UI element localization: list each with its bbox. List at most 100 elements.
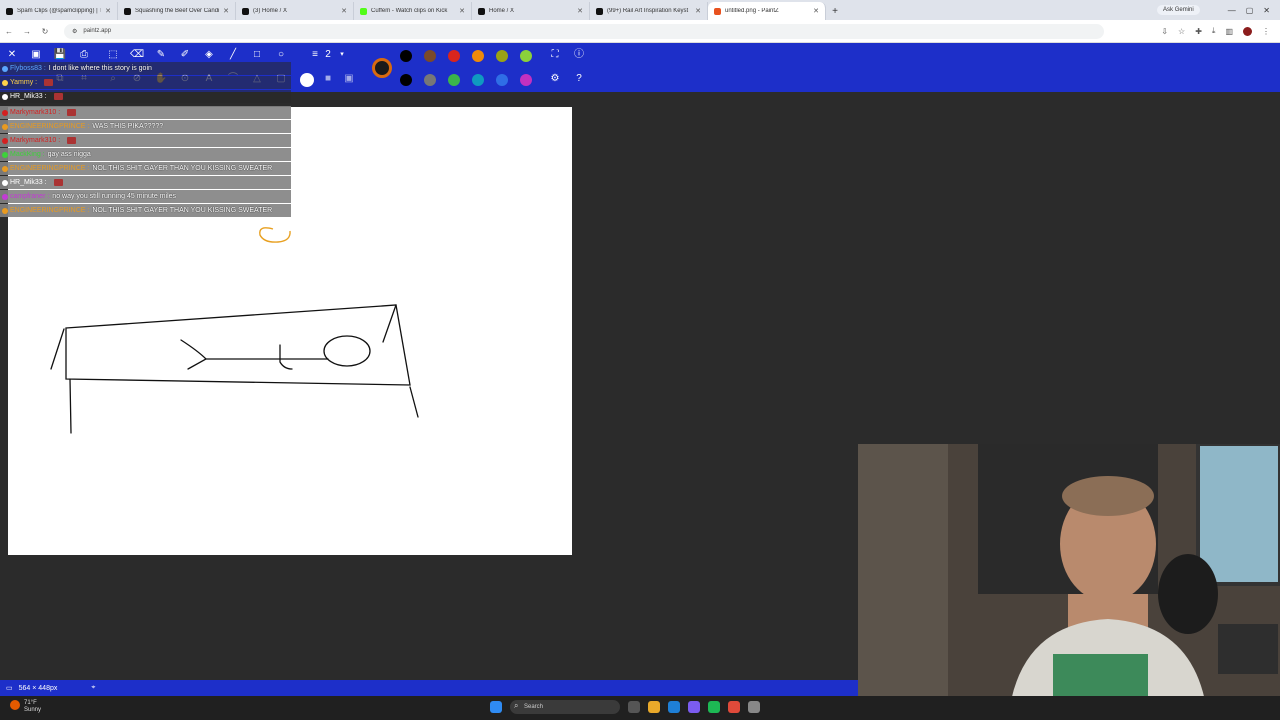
table-leg-stroke bbox=[409, 386, 419, 418]
chat-badge-icon bbox=[2, 137, 8, 144]
chat-badge-icon bbox=[2, 123, 8, 130]
forward-icon[interactable]: → bbox=[18, 27, 36, 36]
tab-close-icon[interactable]: ✕ bbox=[813, 7, 819, 15]
weather-widget[interactable]: 71°F Sunny bbox=[24, 700, 41, 714]
new-tab-button[interactable]: + bbox=[826, 2, 844, 20]
tab-title: Squashing the Beef Over Candi bbox=[135, 8, 220, 14]
pencil-icon[interactable]: ✎ bbox=[154, 49, 168, 61]
tab-close-icon[interactable]: ✕ bbox=[695, 7, 701, 15]
minimize-icon[interactable]: — bbox=[1228, 6, 1236, 15]
chat-message: Yammy : bbox=[0, 76, 291, 89]
line-width-icon[interactable]: ≡ bbox=[308, 49, 322, 61]
weather-icon[interactable] bbox=[10, 700, 20, 710]
print-icon[interactable]: ⎙ bbox=[77, 49, 91, 61]
file-explorer-icon[interactable] bbox=[648, 701, 660, 713]
chat-username: ENGINEERINGPRINCE : bbox=[10, 165, 90, 172]
sidepanel-icon[interactable]: ▥ bbox=[1225, 27, 1233, 36]
chat-text: no way you still running 45 minute miles bbox=[52, 193, 177, 200]
status-bar: ▭ 564 × 448px ⌖ bbox=[0, 680, 858, 696]
downloads-icon[interactable]: ⤓ bbox=[1212, 26, 1216, 36]
palette-swatch[interactable] bbox=[400, 74, 412, 86]
chat-message: Markymark310 : bbox=[0, 134, 291, 147]
browser-menu-icon[interactable]: ⋮ bbox=[1262, 27, 1270, 36]
chat-badge-icon bbox=[2, 193, 8, 200]
brush-icon[interactable]: ✐ bbox=[178, 49, 192, 61]
browser-tab[interactable]: (3) Home / X ✕ bbox=[236, 2, 354, 20]
fullscreen-icon[interactable]: ⛶ bbox=[548, 49, 562, 61]
eraser-icon[interactable]: ⌫ bbox=[130, 49, 144, 61]
brush-size-value[interactable]: 2 bbox=[321, 49, 335, 61]
palette-swatch[interactable] bbox=[496, 50, 508, 62]
back-icon[interactable]: ← bbox=[0, 27, 18, 36]
browser-tab[interactable]: Spam Clips (@spamclipping) | T ✕ bbox=[0, 2, 118, 20]
chrome-icon[interactable] bbox=[728, 701, 740, 713]
tab-close-icon[interactable]: ✕ bbox=[459, 7, 465, 15]
palette-swatch[interactable] bbox=[448, 74, 460, 86]
reload-icon[interactable]: ↻ bbox=[36, 27, 54, 36]
profile-avatar[interactable] bbox=[1243, 26, 1252, 36]
help-icon[interactable]: ⓘ bbox=[572, 49, 586, 61]
spotify-icon[interactable] bbox=[708, 701, 720, 713]
ellipse-icon[interactable]: ○ bbox=[274, 49, 288, 61]
chat-emote-icon bbox=[53, 179, 63, 186]
save-icon[interactable]: 💾 bbox=[53, 49, 67, 61]
discord-icon[interactable] bbox=[688, 701, 700, 713]
canvas-size-icon: ▭ bbox=[6, 685, 13, 692]
outline-mode-button[interactable] bbox=[300, 73, 314, 87]
extensions-icon[interactable]: ✚ bbox=[1195, 27, 1202, 36]
palette-swatch[interactable] bbox=[424, 74, 436, 86]
tab-close-icon[interactable]: ✕ bbox=[577, 7, 583, 15]
table-top-stroke bbox=[65, 304, 411, 386]
url-field[interactable]: ⚙ paintz.app bbox=[64, 23, 1104, 39]
browser-tab[interactable]: Cuffem - Watch clips on Kick ✕ bbox=[354, 2, 472, 20]
tab-close-icon[interactable]: ✕ bbox=[223, 7, 229, 15]
browser-tab[interactable]: Home / X ✕ bbox=[472, 2, 590, 20]
weather-temp: 71°F bbox=[24, 700, 37, 706]
open-file-icon[interactable]: ▣ bbox=[29, 49, 43, 61]
settings-icon[interactable]: ⚙ bbox=[548, 73, 562, 85]
fish-head-stroke bbox=[323, 335, 371, 367]
task-view-icon[interactable] bbox=[628, 701, 640, 713]
palette-swatch[interactable] bbox=[520, 74, 532, 86]
browser-tab-active[interactable]: untitled.png - PaintZ ✕ bbox=[708, 2, 826, 20]
chat-text: WAS THIS PIKA????? bbox=[92, 123, 164, 130]
tab-favicon-icon bbox=[360, 7, 367, 15]
palette-swatch[interactable] bbox=[448, 50, 460, 62]
select-icon[interactable]: ⬚ bbox=[106, 49, 120, 61]
obs-icon[interactable] bbox=[748, 701, 760, 713]
site-info-icon[interactable]: ⚙ bbox=[72, 28, 77, 35]
tab-favicon-icon bbox=[714, 7, 721, 15]
tab-title: Cuffem - Watch clips on Kick bbox=[371, 8, 448, 14]
browser-tab[interactable]: Squashing the Beef Over Candi ✕ bbox=[118, 2, 236, 20]
bookmark-star-icon[interactable]: ☆ bbox=[1178, 27, 1185, 36]
ask-gemini-button[interactable]: Ask Gemini bbox=[1157, 5, 1200, 15]
current-color-swatch[interactable] bbox=[372, 58, 392, 78]
about-icon[interactable]: ? bbox=[572, 73, 586, 85]
fill-mode-icon[interactable]: ■ bbox=[321, 73, 335, 85]
taskbar-search[interactable]: Search bbox=[510, 700, 620, 714]
tab-favicon-icon bbox=[478, 7, 485, 15]
tab-favicon-icon bbox=[596, 7, 603, 15]
palette-swatch[interactable] bbox=[472, 50, 484, 62]
size-dropdown-icon[interactable]: ▾ bbox=[335, 49, 349, 61]
screen: Spam Clips (@spamclipping) | T ✕ Squashin… bbox=[0, 0, 1280, 720]
fill-icon[interactable]: ◈ bbox=[202, 49, 216, 61]
palette-swatch[interactable] bbox=[472, 74, 484, 86]
fill-outline-mode-icon[interactable]: ▣ bbox=[342, 73, 356, 85]
line-icon[interactable]: ╱ bbox=[226, 49, 240, 61]
chat-emote-icon bbox=[67, 109, 77, 116]
close-window-icon[interactable]: ✕ bbox=[1263, 6, 1270, 15]
tab-close-icon[interactable]: ✕ bbox=[105, 7, 111, 15]
start-icon[interactable] bbox=[490, 701, 502, 713]
tab-close-icon[interactable]: ✕ bbox=[341, 7, 347, 15]
edge-icon[interactable] bbox=[668, 701, 680, 713]
palette-swatch[interactable] bbox=[424, 50, 436, 62]
rectangle-icon[interactable]: □ bbox=[250, 49, 264, 61]
browser-tab[interactable]: (99+) Rail Art Inspiration Keyst ✕ bbox=[590, 2, 708, 20]
palette-swatch[interactable] bbox=[520, 50, 532, 62]
maximize-icon[interactable]: ▢ bbox=[1246, 6, 1254, 15]
palette-swatch[interactable] bbox=[496, 74, 508, 86]
close-file-icon[interactable]: ✕ bbox=[5, 49, 19, 61]
palette-swatch[interactable] bbox=[400, 50, 412, 62]
install-app-icon[interactable]: ⇩ bbox=[1161, 27, 1168, 36]
